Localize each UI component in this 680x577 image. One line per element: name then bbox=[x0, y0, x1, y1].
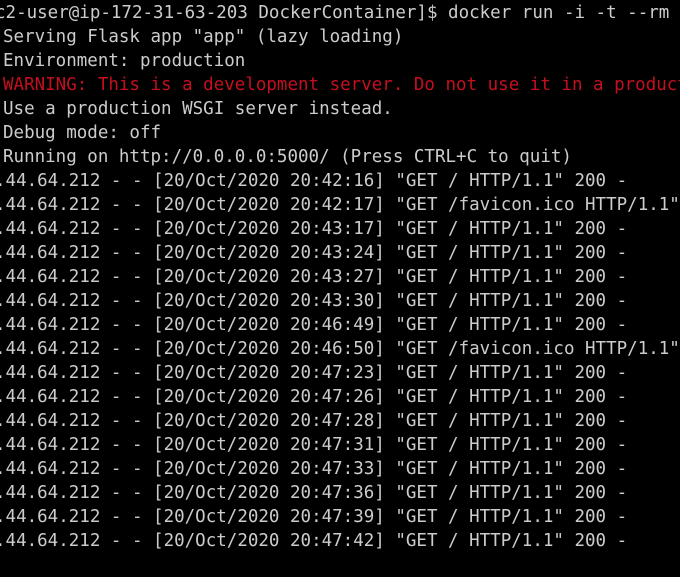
access-log-line: .44.64.212 - - [20/Oct/2020 20:46:49] "G… bbox=[0, 315, 628, 335]
access-log-line: .44.64.212 - - [20/Oct/2020 20:43:17] "G… bbox=[0, 219, 628, 239]
flask-serving-line: Serving Flask app "app" (lazy loading) bbox=[3, 27, 404, 47]
access-log-line: .44.64.212 - - [20/Oct/2020 20:43:30] "G… bbox=[0, 291, 628, 311]
flask-wsgi-line: Use a production WSGI server instead. bbox=[3, 99, 393, 119]
flask-environment-line: Environment: production bbox=[3, 51, 246, 71]
access-log-line: .44.64.212 - - [20/Oct/2020 20:47:36] "G… bbox=[0, 483, 628, 503]
access-log-line: .44.64.212 - - [20/Oct/2020 20:43:24] "G… bbox=[0, 243, 628, 263]
access-log-line: .44.64.212 - - [20/Oct/2020 20:42:17] "G… bbox=[0, 195, 680, 215]
flask-running-line: Running on http://0.0.0.0:5000/ (Press C… bbox=[3, 147, 572, 167]
flask-debug-line: Debug mode: off bbox=[3, 123, 162, 143]
access-log-line: .44.64.212 - - [20/Oct/2020 20:47:26] "G… bbox=[0, 387, 628, 407]
terminal-window[interactable]: c2-user@ip-172-31-63-203 DockerContainer… bbox=[0, 0, 680, 577]
access-log-line: .44.64.212 - - [20/Oct/2020 20:47:23] "G… bbox=[0, 363, 628, 383]
access-log-line: .44.64.212 - - [20/Oct/2020 20:47:39] "G… bbox=[0, 507, 628, 527]
access-log-line: .44.64.212 - - [20/Oct/2020 20:42:16] "G… bbox=[0, 171, 628, 191]
access-log-line: .44.64.212 - - [20/Oct/2020 20:47:28] "G… bbox=[0, 411, 628, 431]
flask-warning-line: WARNING: This is a development server. D… bbox=[3, 75, 680, 95]
access-log-line: .44.64.212 - - [20/Oct/2020 20:46:50] "G… bbox=[0, 339, 680, 359]
access-log-line: .44.64.212 - - [20/Oct/2020 20:43:27] "G… bbox=[0, 267, 628, 287]
access-log-line: .44.64.212 - - [20/Oct/2020 20:47:31] "G… bbox=[0, 435, 628, 455]
prompt-line: c2-user@ip-172-31-63-203 DockerContainer… bbox=[0, 3, 670, 23]
access-log-line: .44.64.212 - - [20/Oct/2020 20:47:42] "G… bbox=[0, 531, 628, 551]
access-log-line: .44.64.212 - - [20/Oct/2020 20:47:33] "G… bbox=[0, 459, 628, 479]
